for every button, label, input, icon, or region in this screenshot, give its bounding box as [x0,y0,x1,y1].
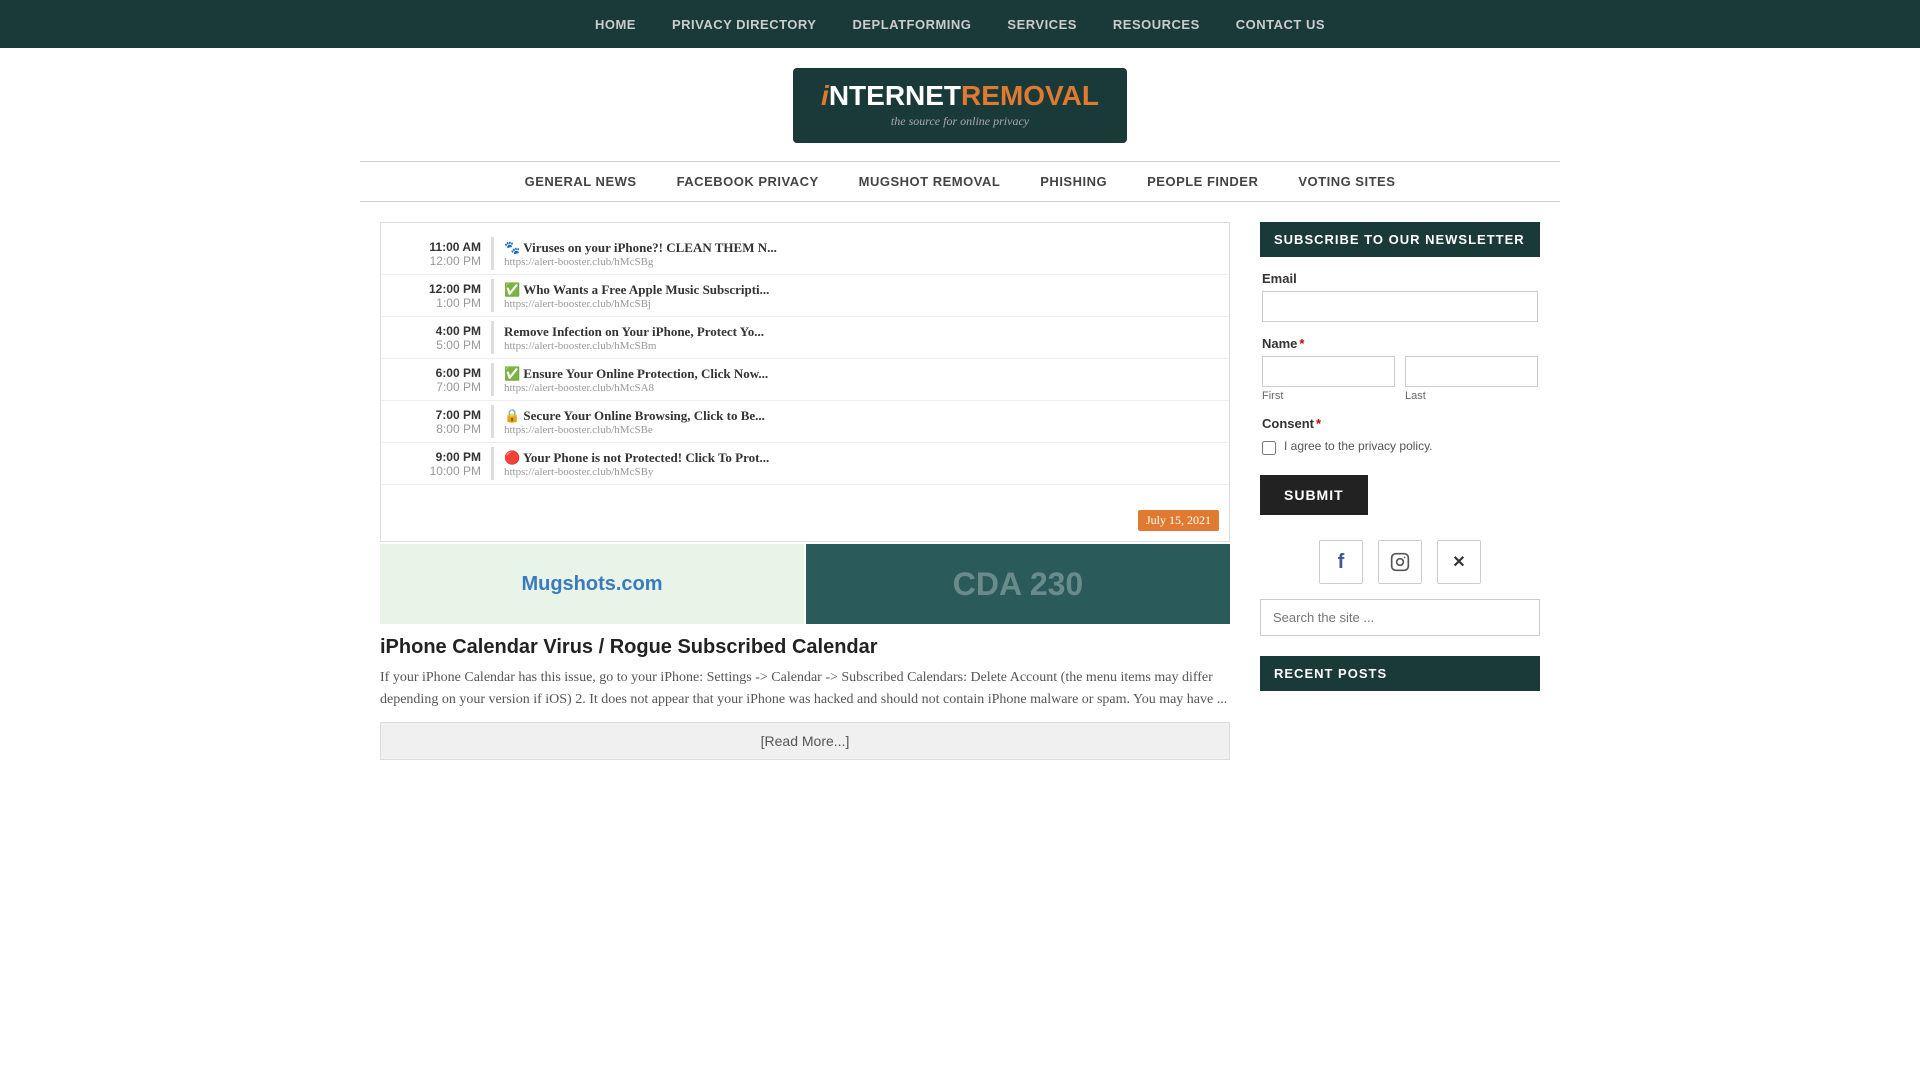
cda-image: CDA 230 [806,544,1230,624]
top-nav-item-services[interactable]: SERVICES [989,0,1095,48]
logo-i: i [821,80,829,111]
name-group: Name* First Last [1260,336,1540,402]
consent-text: I agree to the privacy policy. [1284,439,1433,453]
last-name-field: Last [1405,356,1538,402]
cal-title: 🔴 Your Phone is not Protected! Click To … [504,450,1219,466]
cal-content: ✅ Who Wants a Free Apple Music Subscript… [494,275,1229,316]
last-name-input[interactable] [1405,356,1538,387]
name-label: Name* [1262,336,1538,351]
name-row: First Last [1262,356,1538,402]
sec-nav-item-general-news[interactable]: GENERAL NEWS [505,162,657,201]
content-area: 11:00 AM 12:00 PM 🐾 Viruses on your iPho… [380,222,1230,790]
submit-button[interactable]: SUBMIT [1260,475,1368,515]
cal-url: https://alert-booster.club/hMcSBe [504,424,1219,436]
calendar-screenshot: 11:00 AM 12:00 PM 🐾 Viruses on your iPho… [381,223,1229,541]
bottom-images-row: Mugshots.com CDA 230 [380,544,1230,624]
sec-nav-item-voting-sites[interactable]: VOTING SITES [1278,162,1415,201]
sec-nav-item-mugshot-removal[interactable]: MUGSHOT REMOVAL [839,162,1021,201]
cal-title: ✅ Who Wants a Free Apple Music Subscript… [504,282,1219,298]
last-sublabel: Last [1405,390,1538,402]
calendar-row: 11:00 AM 12:00 PM 🐾 Viruses on your iPho… [381,233,1229,275]
calendar-row: 12:00 PM 1:00 PM ✅ Who Wants a Free Appl… [381,275,1229,317]
sec-nav-item-people-finder[interactable]: PEOPLE FINDER [1127,162,1278,201]
top-nav-item-contact-us[interactable]: CONTACT US [1218,0,1343,48]
facebook-icon[interactable]: f [1319,540,1363,584]
site-logo: iNTERNETREMOVAL the source for online pr… [793,68,1127,143]
top-nav-item-privacy-directory[interactable]: PRIVACY DIRECTORY [654,0,835,48]
sec-nav-item-phishing[interactable]: PHISHING [1020,162,1127,201]
search-input[interactable] [1260,599,1540,636]
top-navigation: HOMEPRIVACY DIRECTORYDEPLATFORMINGSERVIC… [0,0,1920,48]
cal-title: ✅ Ensure Your Online Protection, Click N… [504,366,1219,382]
first-name-field: First [1262,356,1395,402]
twitter-x-icon[interactable]: ✕ [1437,540,1481,584]
logo-internet: NTERNET [829,80,961,111]
cal-url: https://alert-booster.club/hMcSBm [504,340,1219,352]
cal-time: 11:00 AM 12:00 PM [381,233,491,274]
cda-text: CDA 230 [953,566,1083,603]
top-nav-item-resources[interactable]: RESOURCES [1095,0,1218,48]
cal-time: 6:00 PM 7:00 PM [381,359,491,400]
logo-tagline: the source for online privacy [891,114,1029,129]
article-image: 11:00 AM 12:00 PM 🐾 Viruses on your iPho… [380,222,1230,542]
recent-posts-heading: RECENT POSTS [1260,656,1540,691]
calendar-row: 9:00 PM 10:00 PM 🔴 Your Phone is not Pro… [381,443,1229,485]
article-title: iPhone Calendar Virus / Rogue Subscribed… [380,636,1230,659]
cal-time: 4:00 PM 5:00 PM [381,317,491,358]
date-badge: July 15, 2021 [1138,510,1219,531]
cal-content: 🐾 Viruses on your iPhone?! CLEAN THEM N.… [494,233,1229,274]
newsletter-section: SUBSCRIBE TO OUR NEWSLETTER Email Name* … [1260,222,1540,515]
consent-row: I agree to the privacy policy. [1262,439,1538,455]
cal-url: https://alert-booster.club/hMcSA8 [504,382,1219,394]
cal-time: 7:00 PM 8:00 PM [381,401,491,442]
article-excerpt: If your iPhone Calendar has this issue, … [380,667,1230,712]
cal-title: 🔒 Secure Your Online Browsing, Click to … [504,408,1219,424]
cal-content: 🔒 Secure Your Online Browsing, Click to … [494,401,1229,442]
cal-content: ✅ Ensure Your Online Protection, Click N… [494,359,1229,400]
email-input[interactable] [1262,291,1538,322]
social-icons: f ✕ [1260,540,1540,584]
cal-title: Remove Infection on Your iPhone, Protect… [504,324,1219,340]
sidebar: SUBSCRIBE TO OUR NEWSLETTER Email Name* … [1260,222,1540,790]
newsletter-heading: SUBSCRIBE TO OUR NEWSLETTER [1260,222,1540,257]
cal-url: https://alert-booster.club/hMcSBy [504,466,1219,478]
logo-text: iNTERNETREMOVAL [821,82,1099,110]
email-group: Email [1260,271,1540,322]
logo-area: iNTERNETREMOVAL the source for online pr… [0,48,1920,161]
logo-removal: REMOVAL [961,80,1099,111]
top-nav-item-deplatforming[interactable]: DEPLATFORMING [834,0,989,48]
email-label: Email [1262,271,1538,286]
instagram-icon[interactable] [1378,540,1422,584]
first-sublabel: First [1262,390,1395,402]
consent-group: Consent* I agree to the privacy policy. [1260,416,1540,455]
calendar-row: 4:00 PM 5:00 PM Remove Infection on Your… [381,317,1229,359]
top-nav-item-home[interactable]: HOME [577,0,654,48]
cal-time: 12:00 PM 1:00 PM [381,275,491,316]
mugshots-logo-text: Mugshots.com [521,573,662,596]
cal-url: https://alert-booster.club/hMcSBj [504,298,1219,310]
calendar-row: 7:00 PM 8:00 PM 🔒 Secure Your Online Bro… [381,401,1229,443]
cal-title: 🐾 Viruses on your iPhone?! CLEAN THEM N.… [504,240,1219,256]
read-more-button[interactable]: [Read More...] [380,722,1230,760]
cal-content: 🔴 Your Phone is not Protected! Click To … [494,443,1229,484]
cal-time: 9:00 PM 10:00 PM [381,443,491,484]
main-container: 11:00 AM 12:00 PM 🐾 Viruses on your iPho… [360,202,1560,790]
first-name-input[interactable] [1262,356,1395,387]
consent-checkbox[interactable] [1262,441,1276,455]
cal-content: Remove Infection on Your iPhone, Protect… [494,317,1229,358]
sec-nav-item-facebook-privacy[interactable]: FACEBOOK PRIVACY [657,162,839,201]
mugshots-image: Mugshots.com [380,544,804,624]
cal-url: https://alert-booster.club/hMcSBg [504,256,1219,268]
article-card: 11:00 AM 12:00 PM 🐾 Viruses on your iPho… [380,222,1230,760]
calendar-row: 6:00 PM 7:00 PM ✅ Ensure Your Online Pro… [381,359,1229,401]
consent-label: Consent* [1262,416,1538,431]
